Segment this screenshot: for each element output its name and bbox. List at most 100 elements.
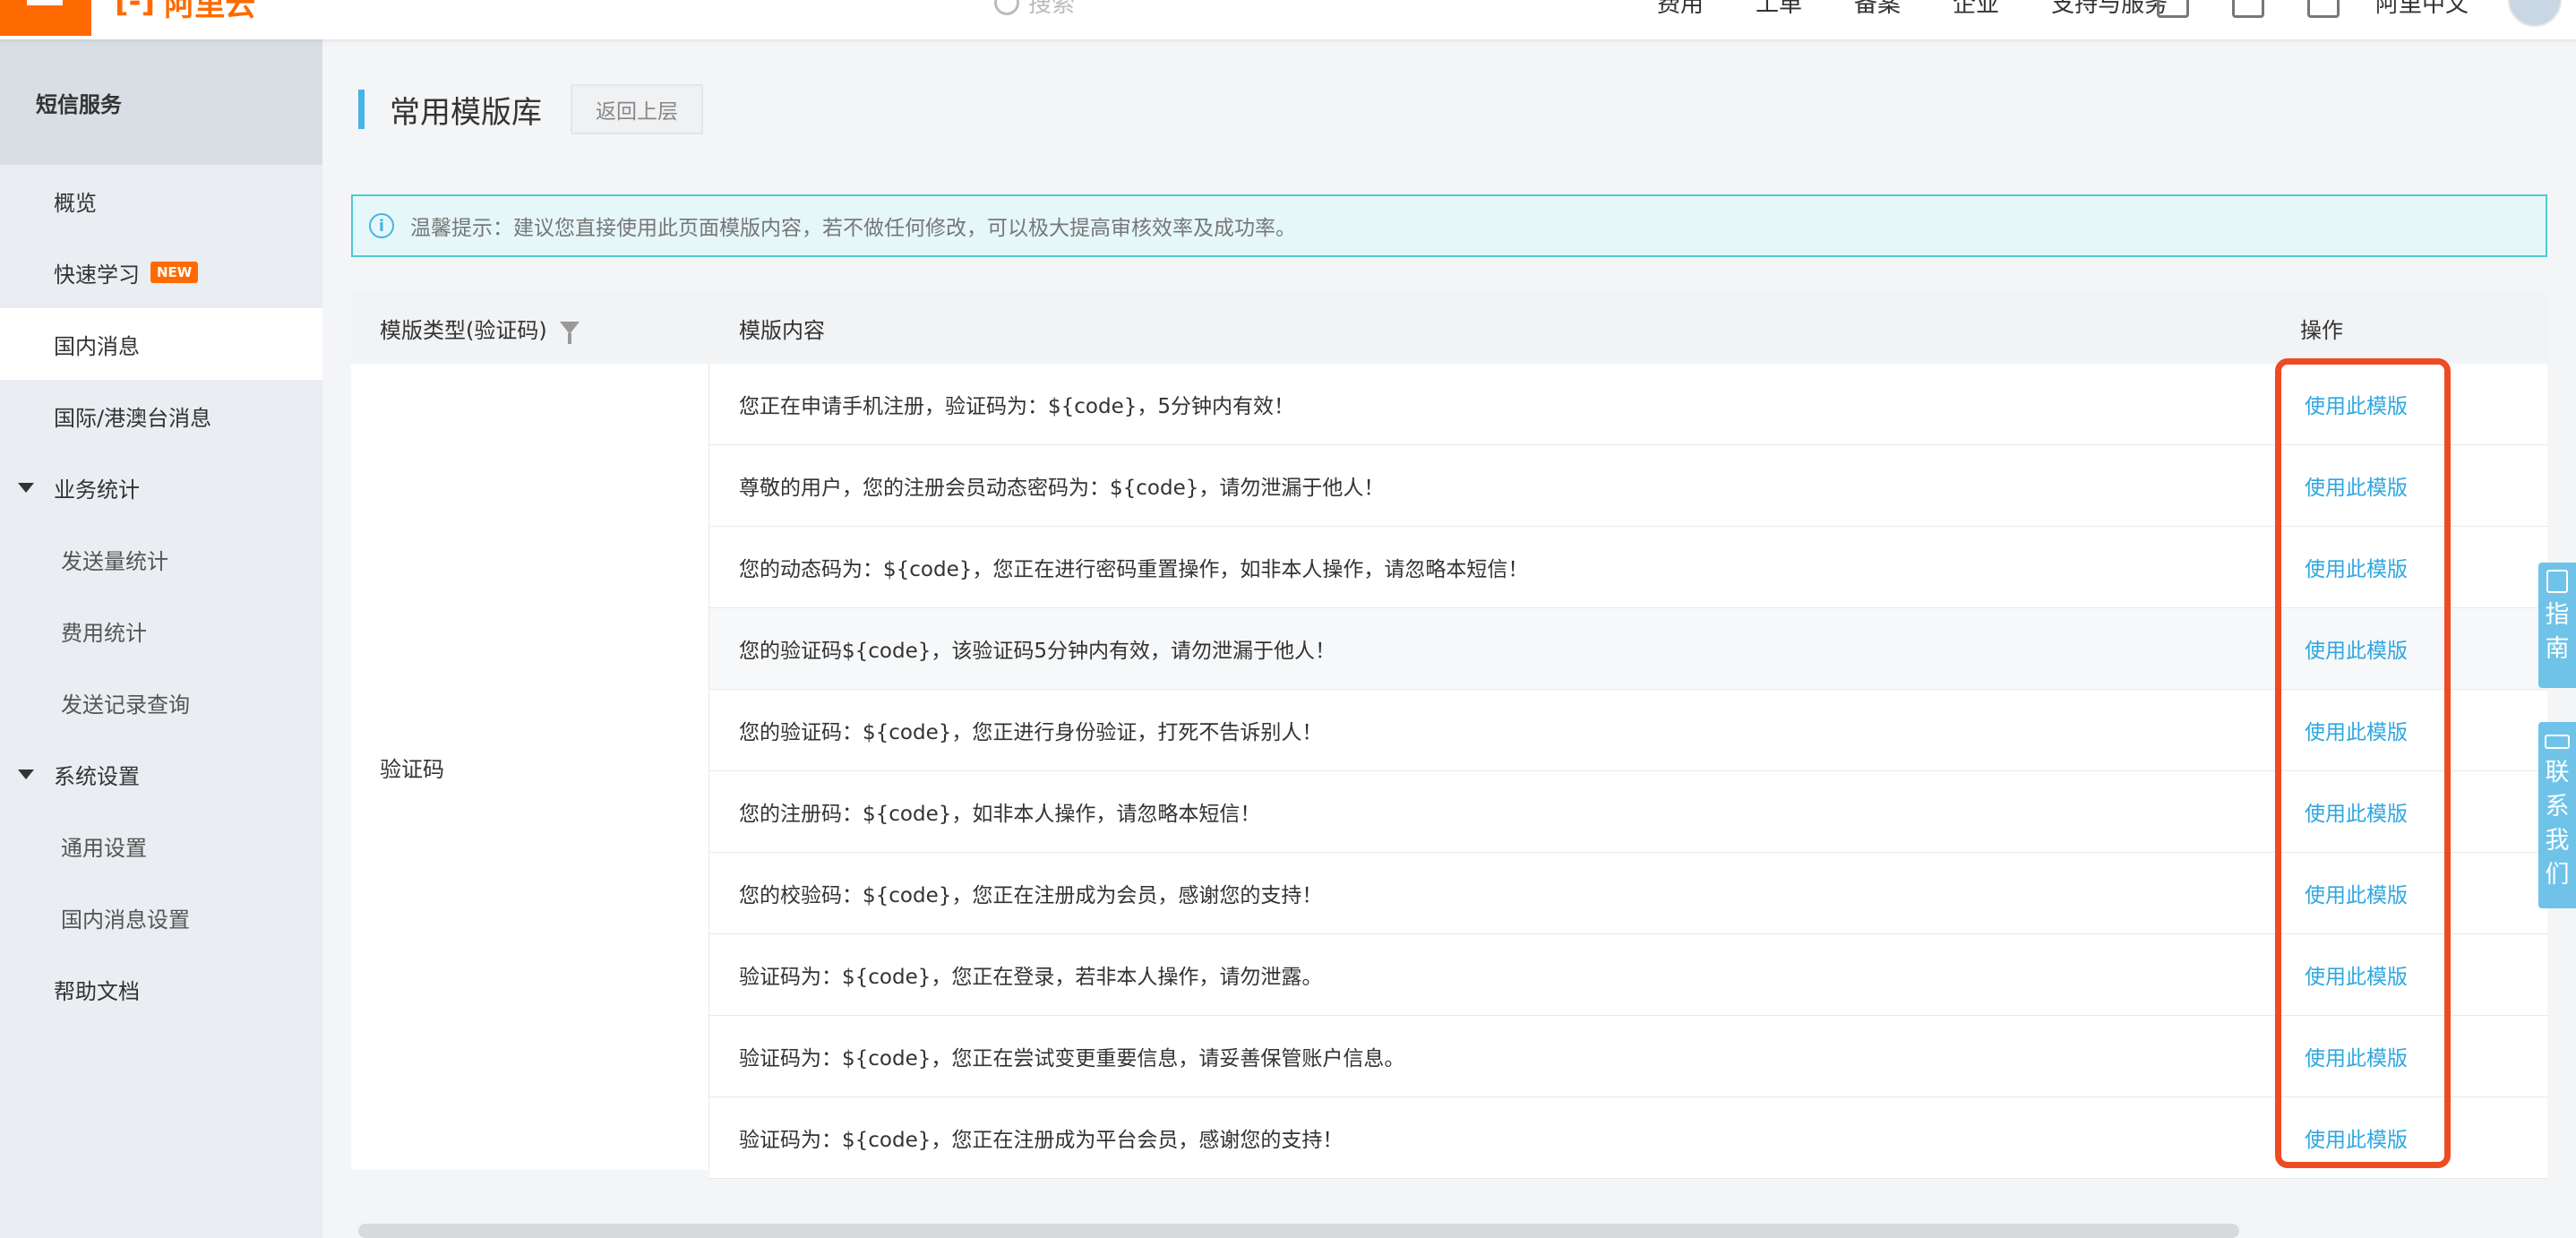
use-template-link[interactable]: 使用此模版 (2305, 959, 2408, 990)
template-content: 您正在申请手机注册，验证码为：${code}，5分钟内有效！ (739, 395, 1295, 418)
sidebar-group-label: 业务统计 (54, 477, 140, 503)
sidebar-item-international[interactable]: 国际/港澳台消息 (0, 380, 322, 451)
contact-char: 系 (2545, 793, 2570, 821)
notice-text: 温馨提示：建议您直接使用此页面模版内容，若不做任何修改，可以极大提高审核效率及成… (410, 217, 1296, 240)
aliyun-logo[interactable]: [-] 阿里云 (115, 0, 255, 23)
use-template-link[interactable]: 使用此模版 (2305, 1122, 2408, 1153)
use-template-link[interactable]: 使用此模版 (2305, 552, 2408, 582)
filter-icon[interactable] (559, 322, 580, 344)
search-placeholder: 搜索 (1028, 0, 1076, 18)
template-content: 验证码为：${code}，您正在尝试变更重要信息，请妥善保管账户信息。 (739, 1047, 1405, 1070)
document-icon (2546, 570, 2568, 593)
info-icon: i (369, 213, 394, 238)
sidebar-item-label: 发送记录查询 (61, 692, 190, 718)
table-row: 您的注册码：${code}，如非本人操作，请忽略本短信！ 使用此模版 (709, 771, 2547, 853)
use-template-link[interactable]: 使用此模版 (2305, 715, 2408, 745)
sidebar-item-label: 国内消息 (54, 333, 140, 359)
table-header: 模版类型(验证码) 模版内容 操作 (351, 292, 2547, 364)
contact-char: 们 (2545, 861, 2570, 889)
main-content: 常用模版库 返回上层 i 温馨提示：建议您直接使用此页面模版内容，若不做任何修改… (322, 39, 2576, 1238)
nav-ticket[interactable]: 工单 (1756, 0, 1802, 19)
sidebar-group-stats[interactable]: 业务统计 (0, 451, 322, 523)
avatar[interactable] (2508, 0, 2562, 27)
search-bar[interactable]: 搜索 (994, 0, 1075, 19)
table-row: 验证码为：${code}，您正在尝试变更重要信息，请妥善保管账户信息。 使用此模… (709, 1016, 2547, 1097)
template-content: 验证码为：${code}，您正在登录，若非本人操作，请勿泄露。 (739, 966, 1323, 989)
nav-fee[interactable]: 费用 (1657, 0, 1704, 19)
use-template-link[interactable]: 使用此模版 (2305, 633, 2408, 664)
search-icon (994, 0, 1019, 15)
use-template-link[interactable]: 使用此模版 (2305, 389, 2408, 419)
user-name[interactable]: 阿里中文 (2375, 0, 2469, 19)
menu-button[interactable] (0, 0, 91, 36)
template-rows: 您正在申请手机注册，验证码为：${code}，5分钟内有效！ 使用此模版 尊敬的… (709, 364, 2547, 1179)
caret-down-icon (18, 482, 34, 493)
sidebar-item-label: 通用设置 (61, 835, 147, 861)
sidebar-item-overview[interactable]: 概览 (0, 165, 322, 236)
template-content: 验证码为：${code}，您正在注册成为平台会员，感谢您的支持！ (739, 1129, 1344, 1152)
notice-banner: i 温馨提示：建议您直接使用此页面模版内容，若不做任何修改，可以极大提高审核效率… (351, 194, 2547, 257)
top-nav: 费用 工单 备案 企业 支持与服务 (1657, 0, 2220, 19)
nav-support[interactable]: 支持与服务 (2051, 0, 2168, 19)
cart-icon[interactable] (2307, 0, 2340, 18)
sidebar-item-label: 快速学习 (54, 262, 140, 288)
caret-down-icon (18, 769, 34, 779)
template-content: 您的校验码：${code}，您正在注册成为会员，感谢您的支持！ (739, 884, 1323, 907)
horizontal-scrollbar[interactable] (358, 1224, 2239, 1238)
header-content: 模版内容 (739, 317, 825, 343)
sidebar-title: 短信服务 (0, 39, 322, 165)
sidebar-item-send-volume[interactable]: 发送量统计 (0, 523, 322, 595)
nav-enterprise[interactable]: 企业 (1953, 0, 1999, 19)
template-content: 您的注册码：${code}，如非本人操作，请忽略本短信！ (739, 803, 1261, 826)
sidebar-item-general-settings[interactable]: 通用设置 (0, 810, 322, 881)
bell-icon[interactable] (2232, 0, 2264, 18)
sidebar-item-fee-stats[interactable]: 费用统计 (0, 595, 322, 666)
use-template-link[interactable]: 使用此模版 (2305, 1041, 2408, 1071)
sidebar-item-label: 费用统计 (61, 620, 147, 646)
back-button[interactable]: 返回上层 (571, 84, 703, 134)
title-accent (358, 90, 365, 129)
chat-icon (2545, 735, 2570, 749)
top-icons (2157, 0, 2383, 18)
sidebar-item-label: 概览 (54, 190, 97, 216)
header-type-label: 模版类型(验证码) (380, 317, 547, 343)
type-cell: 验证码 (351, 364, 709, 1170)
template-content: 您的验证码：${code}，您正进行身份验证，打死不告诉别人！ (739, 721, 1323, 744)
use-template-link[interactable]: 使用此模版 (2305, 878, 2408, 908)
table-body: 验证码 您正在申请手机注册，验证码为：${code}，5分钟内有效！ 使用此模版… (351, 364, 2547, 1179)
sidebar-item-send-records[interactable]: 发送记录查询 (0, 666, 322, 738)
use-template-link[interactable]: 使用此模版 (2305, 470, 2408, 501)
sidebar-item-label: 发送量统计 (61, 548, 168, 574)
table-row-hovered: 您的验证码${code}，该验证码5分钟内有效，请勿泄漏于他人！ 使用此模版 (709, 608, 2547, 690)
guide-tab[interactable]: 指 南 (2538, 563, 2576, 688)
table-row: 您的验证码：${code}，您正进行身份验证，打死不告诉别人！ 使用此模版 (709, 690, 2547, 771)
sidebar-item-domestic[interactable]: 国内消息 (0, 308, 322, 380)
sidebar-item-label: 国内消息设置 (61, 907, 190, 933)
header-type[interactable]: 模版类型(验证码) (380, 292, 580, 364)
page-header: 常用模版库 返回上层 (358, 84, 703, 134)
sidebar-item-help[interactable]: 帮助文档 (0, 953, 322, 1025)
guide-char: 南 (2545, 635, 2570, 663)
header-action: 操作 (2300, 317, 2343, 343)
logo-icon: [-] (115, 0, 156, 20)
template-content: 您的验证码${code}，该验证码5分钟内有效，请勿泄漏于他人！ (739, 640, 1336, 663)
sidebar-group-settings[interactable]: 系统设置 (0, 738, 322, 810)
logo-text: 阿里云 (164, 0, 256, 23)
use-template-link[interactable]: 使用此模版 (2305, 796, 2408, 827)
template-table: 模版类型(验证码) 模版内容 操作 验证码 您正在申请手机注册，验证码为：${c… (351, 292, 2547, 1179)
sidebar-item-quick-learn[interactable]: 快速学习 NEW (0, 236, 322, 308)
template-content: 尊敬的用户，您的注册会员动态密码为：${code}，请勿泄漏于他人！ (739, 477, 1385, 500)
table-row: 您正在申请手机注册，验证码为：${code}，5分钟内有效！ 使用此模版 (709, 364, 2547, 445)
contact-tab[interactable]: 联 系 我 们 (2538, 722, 2576, 908)
sidebar-item-domestic-settings[interactable]: 国内消息设置 (0, 881, 322, 953)
page-title: 常用模版库 (390, 94, 542, 131)
nav-filing[interactable]: 备案 (1854, 0, 1901, 19)
table-row: 尊敬的用户，您的注册会员动态密码为：${code}，请勿泄漏于他人！ 使用此模版 (709, 445, 2547, 527)
menu-icon (27, 0, 63, 5)
contact-char: 联 (2545, 759, 2570, 787)
sidebar-item-label: 帮助文档 (54, 978, 140, 1004)
top-bar: [-] 阿里云 搜索 费用 工单 备案 企业 支持与服务 阿里中文 (0, 0, 2576, 39)
new-badge: NEW (150, 262, 199, 283)
sidebar-item-label: 国际/港澳台消息 (54, 405, 212, 431)
terminal-icon[interactable] (2157, 0, 2189, 18)
